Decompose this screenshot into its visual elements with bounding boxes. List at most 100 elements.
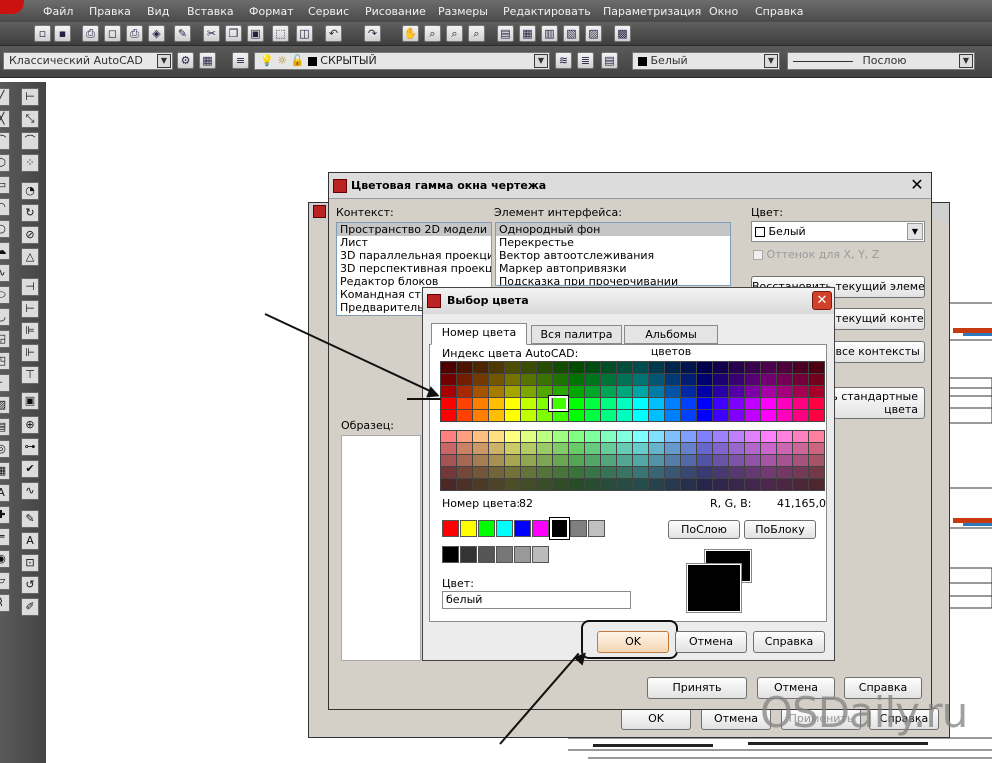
properties-icon[interactable]: ✎ — [174, 25, 191, 42]
palette-cell[interactable] — [649, 410, 664, 421]
palette-cell[interactable] — [761, 362, 776, 373]
palette-cell[interactable] — [729, 374, 744, 385]
palette-cell[interactable] — [489, 374, 504, 385]
palette-cell[interactable] — [745, 410, 760, 421]
palette-cell[interactable] — [633, 398, 648, 409]
palette-cell[interactable] — [793, 386, 808, 397]
help-button[interactable]: Справка — [753, 631, 825, 653]
menu-help[interactable]: Справка — [755, 5, 803, 18]
scale-tool-icon[interactable]: △ — [21, 248, 39, 266]
palette-cell[interactable] — [585, 374, 600, 385]
palette-cell[interactable] — [473, 443, 488, 454]
palette-cell[interactable] — [617, 386, 632, 397]
gray-shade-3[interactable] — [478, 546, 495, 563]
cut-icon[interactable]: ✂ — [203, 25, 220, 42]
palette-cell[interactable] — [665, 479, 680, 490]
menu-draw[interactable]: Рисование — [365, 5, 426, 18]
palette-cell[interactable] — [569, 398, 584, 409]
palette-cell[interactable] — [697, 443, 712, 454]
palette-cell[interactable] — [585, 479, 600, 490]
region-tool-icon[interactable]: ◎ — [0, 440, 10, 458]
palette-cell[interactable] — [537, 479, 552, 490]
palette-cell[interactable] — [729, 410, 744, 421]
wave-tool-icon[interactable]: ∿ — [21, 482, 39, 500]
palette-cell[interactable] — [489, 467, 504, 478]
refresh-tool-icon[interactable]: ↺ — [21, 576, 39, 594]
palette-cell[interactable] — [665, 362, 680, 373]
menu-modify[interactable]: Редактировать — [503, 5, 591, 18]
palette-cell[interactable] — [601, 362, 616, 373]
palette-cell[interactable] — [793, 410, 808, 421]
palette-cell[interactable] — [729, 386, 744, 397]
paste-icon[interactable]: ▣ — [247, 25, 264, 42]
layer-icon[interactable]: ≡ — [232, 52, 249, 69]
palette-cell[interactable] — [713, 431, 728, 442]
palette-cell[interactable] — [617, 455, 632, 466]
text-tool-icon[interactable]: A — [0, 484, 10, 502]
list-item[interactable]: Перекрестье — [496, 236, 730, 249]
palette-cell[interactable] — [617, 362, 632, 373]
markup-icon[interactable]: ▨ — [585, 25, 602, 42]
hatch-tool-icon[interactable]: ▨ — [0, 396, 10, 414]
list-item[interactable]: 3D параллельная проекция — [337, 249, 491, 262]
tab-color-books[interactable]: Альбомы цветов — [624, 325, 718, 358]
palette-cell[interactable] — [697, 467, 712, 478]
redo-icon[interactable]: ↷ — [364, 25, 381, 42]
fillet-tool-icon[interactable]: ⊕ — [21, 416, 39, 434]
palette-cell[interactable] — [617, 374, 632, 385]
palette-cell[interactable] — [809, 467, 824, 478]
palette-cell[interactable] — [585, 443, 600, 454]
palette-cell[interactable] — [681, 374, 696, 385]
offset-tool-icon[interactable]: ⁘ — [21, 154, 39, 172]
palette-cell[interactable] — [761, 398, 776, 409]
zoom-window-icon[interactable]: ⌕ — [446, 25, 463, 42]
palette-cell[interactable] — [505, 398, 520, 409]
palette-cell[interactable] — [457, 431, 472, 442]
bylayer-button[interactable]: ПоСлою — [668, 520, 740, 539]
layer-previous-icon[interactable]: ≣ — [577, 52, 594, 69]
palette-cell[interactable] — [665, 410, 680, 421]
check-tool-icon[interactable]: ✔ — [21, 460, 39, 478]
menu-parametric[interactable]: Параметризация — [603, 5, 701, 18]
palette-cell[interactable] — [457, 398, 472, 409]
palette-cell[interactable] — [553, 479, 568, 490]
palette-cell[interactable] — [809, 443, 824, 454]
palette-cell[interactable] — [457, 362, 472, 373]
wipeout-tool-icon[interactable]: ▱ — [0, 572, 10, 590]
palette-cell[interactable] — [569, 443, 584, 454]
mline-tool-icon[interactable]: ═ — [0, 528, 10, 546]
menu-edit[interactable]: Правка — [89, 5, 131, 18]
palette-cell[interactable] — [521, 431, 536, 442]
palette-cell[interactable] — [793, 431, 808, 442]
palette-cell[interactable] — [793, 467, 808, 478]
palette-cell[interactable] — [553, 455, 568, 466]
palette-cell[interactable] — [537, 455, 552, 466]
palette-cell[interactable] — [537, 410, 552, 421]
palette-cell[interactable] — [633, 431, 648, 442]
palette-cell[interactable] — [585, 398, 600, 409]
palette-cell[interactable] — [713, 362, 728, 373]
palette-cell[interactable] — [793, 398, 808, 409]
palette-cell[interactable] — [473, 479, 488, 490]
palette-cell[interactable] — [761, 386, 776, 397]
options-ok-button[interactable]: OK — [621, 708, 691, 730]
palette-cell[interactable] — [681, 386, 696, 397]
apply-button[interactable]: Принять — [647, 677, 747, 699]
palette-cell[interactable] — [457, 479, 472, 490]
palette-cell[interactable] — [793, 479, 808, 490]
palette-cell[interactable] — [441, 410, 456, 421]
palette-cell[interactable] — [457, 455, 472, 466]
color-field-input[interactable]: белый — [442, 591, 631, 609]
palette-cell[interactable] — [521, 410, 536, 421]
tint-checkbox[interactable]: Оттенок для X, Y, Z — [753, 248, 879, 261]
palette-cell[interactable] — [777, 410, 792, 421]
palette-cell[interactable] — [697, 374, 712, 385]
byblock-button[interactable]: ПоБлоку — [744, 520, 816, 539]
revcloud-tool-icon[interactable]: ☁ — [0, 242, 10, 260]
polyline-tool-icon[interactable]: ⌒ — [0, 132, 10, 150]
element-list[interactable]: Однородный фон Перекрестье Вектор автоот… — [495, 222, 731, 286]
palette-cell[interactable] — [713, 479, 728, 490]
palette-cell[interactable] — [633, 386, 648, 397]
menu-file[interactable]: Файл — [43, 5, 73, 18]
palette-cell[interactable] — [489, 398, 504, 409]
